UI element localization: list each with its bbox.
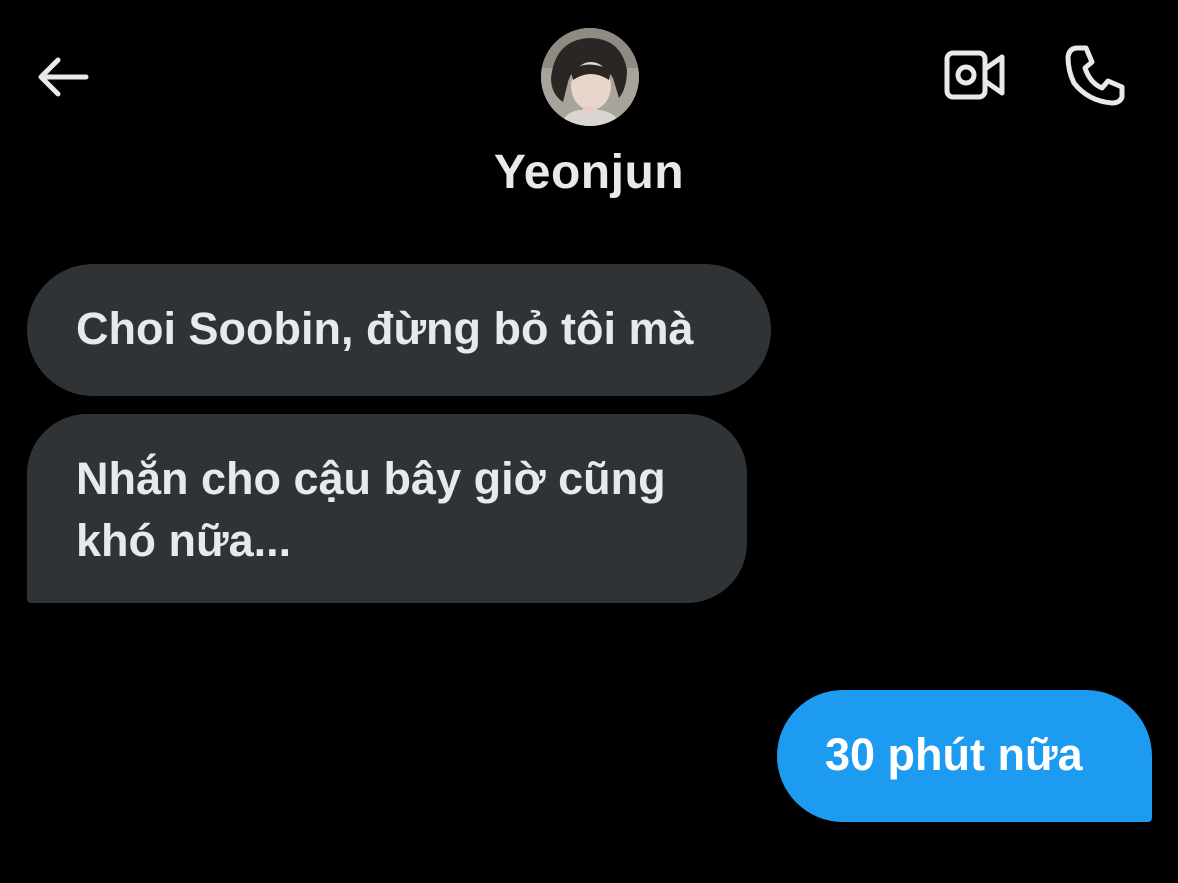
message-text: Choi Soobin, đừng bỏ tôi mà [76, 303, 694, 354]
back-button[interactable] [30, 48, 94, 106]
message-text: 30 phút nữa [825, 729, 1083, 780]
voice-call-button[interactable] [1060, 40, 1130, 110]
contact-name: Yeonjun [493, 146, 685, 199]
avatar-photo [541, 28, 639, 126]
avatar[interactable] [541, 28, 639, 126]
message-bubble-sent[interactable]: 30 phút nữa [777, 690, 1152, 822]
message-bubble-received[interactable]: Choi Soobin, đừng bỏ tôi mà [27, 264, 771, 396]
message-bubble-received[interactable]: Nhắn cho cậu bây giờ cũng khó nữa... [27, 414, 747, 603]
video-camera-icon [944, 50, 1005, 100]
arrow-left-icon [38, 57, 89, 97]
phone-icon [1065, 45, 1125, 106]
message-text: Nhắn cho cậu bây giờ cũng khó nữa... [76, 453, 666, 566]
video-call-button[interactable] [940, 44, 1010, 106]
